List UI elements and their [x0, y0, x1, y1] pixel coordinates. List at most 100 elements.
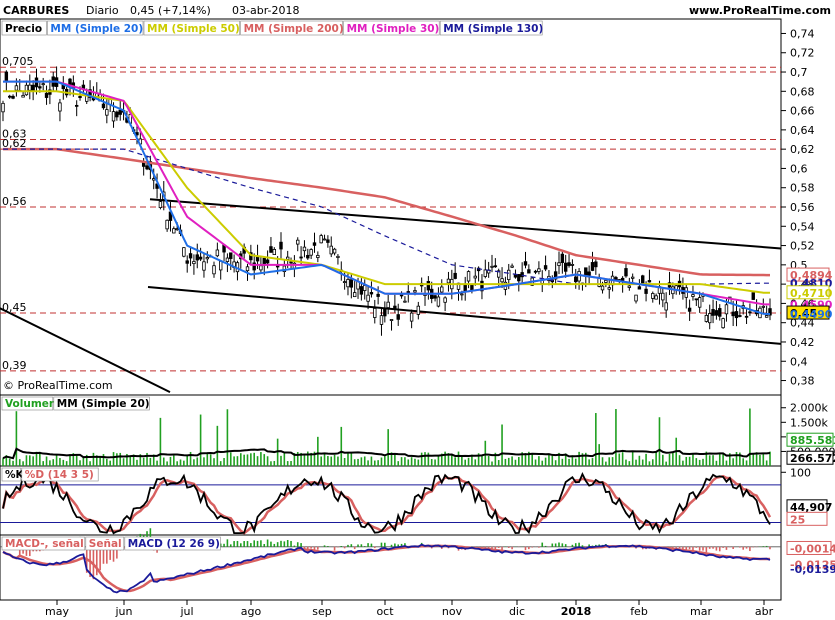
candle-body — [574, 276, 578, 283]
legend-label: MM (Simple 130) — [443, 23, 543, 35]
candle-body — [28, 84, 32, 91]
candle-body — [714, 310, 719, 316]
candle-body — [175, 228, 179, 231]
candle-body — [483, 269, 488, 277]
candle-body — [607, 287, 611, 290]
candle-body — [654, 295, 658, 300]
candle-body — [734, 311, 739, 319]
candle-body — [11, 95, 15, 99]
candle-body — [386, 301, 390, 309]
candle-body — [322, 238, 327, 241]
legend-label: MM (Simple 30) — [347, 23, 440, 35]
value-label: 266.572 — [790, 452, 835, 465]
candle-body — [641, 275, 645, 285]
candle-body — [731, 311, 735, 317]
candle-body — [718, 308, 722, 317]
candle-body — [329, 245, 333, 255]
candle-body — [517, 274, 521, 282]
candle-body — [58, 102, 62, 112]
header-price-change: 0,45 (+7,14%) — [130, 4, 211, 17]
candle-body — [272, 249, 276, 255]
candle-body — [523, 261, 528, 266]
candle-body — [41, 83, 45, 86]
candle-body — [4, 71, 9, 82]
candle-body — [383, 308, 387, 317]
y-tick-label: 0,42 — [790, 336, 815, 349]
candle-body — [306, 254, 310, 259]
header-symbol: CARBURES — [3, 4, 69, 17]
legend-label: %D (14 3 5) — [25, 469, 94, 481]
candle-body — [413, 290, 417, 293]
y-tick-label: 0,54 — [790, 220, 815, 233]
candle-body — [312, 242, 317, 246]
candle-body — [406, 291, 410, 294]
candle-body — [74, 104, 79, 107]
candle-body — [527, 269, 531, 274]
x-tick-label: jul — [179, 605, 193, 618]
x-tick-label: 2018 — [561, 605, 592, 618]
candle-body — [376, 293, 380, 297]
watermark: © ProRealTime.com — [3, 379, 113, 392]
candle-body — [359, 286, 364, 295]
candle-body — [259, 265, 263, 271]
candle-body — [664, 302, 668, 311]
value-label: 0,4490 — [790, 308, 833, 321]
candle-body — [443, 297, 447, 303]
candle-body — [520, 272, 524, 278]
candle-body — [764, 315, 769, 318]
y-tick-label: 0,62 — [790, 143, 815, 156]
candle-body — [172, 228, 176, 234]
candle-body — [600, 285, 605, 291]
candle-body — [460, 293, 464, 296]
candle-body — [316, 255, 320, 258]
candle-body — [68, 78, 72, 86]
candle-body — [409, 312, 414, 322]
candle-body — [363, 285, 367, 291]
candle-body — [403, 300, 407, 303]
candle-body — [711, 309, 715, 316]
candle-body — [31, 84, 35, 91]
candle-body — [704, 314, 709, 322]
candle-body — [219, 260, 223, 271]
candle-body — [78, 96, 82, 99]
y-tick-label: 0,56 — [790, 201, 815, 214]
candle-body — [597, 278, 601, 287]
candle-body — [587, 271, 591, 276]
candle-body — [748, 311, 752, 314]
candle-body — [202, 261, 206, 271]
candle-body — [373, 308, 377, 318]
candle-body — [630, 276, 635, 279]
x-tick-label: abr — [755, 605, 774, 618]
candle-body — [433, 295, 437, 299]
candle-body — [319, 235, 323, 244]
candle-body — [302, 246, 307, 252]
legend-label: MM (Simple 200) — [244, 23, 344, 35]
candle-body — [708, 313, 712, 324]
candle-body — [577, 271, 581, 282]
candle-body — [379, 315, 384, 325]
candle-body — [721, 318, 725, 329]
candle-body — [604, 279, 608, 283]
value-label: -0,0139 — [790, 563, 835, 576]
candle-body — [101, 103, 106, 109]
candle-body — [336, 255, 340, 258]
legend-label: Volumen — [5, 398, 56, 410]
candle-body — [152, 178, 156, 181]
y-tick-label: 2.000k — [790, 402, 828, 415]
candle-body — [165, 219, 169, 230]
candle-body — [507, 269, 511, 281]
candle-body — [724, 304, 729, 315]
value-label: 885.581 — [790, 434, 835, 447]
candle-body — [647, 280, 652, 283]
candle-body — [533, 270, 538, 273]
resistance-label: 0,705 — [2, 55, 34, 68]
candle-body — [416, 305, 421, 315]
candle-body — [473, 275, 477, 279]
candle-body — [225, 257, 230, 262]
candle-body — [182, 247, 186, 257]
candle-body — [661, 292, 665, 301]
candle-body — [366, 294, 370, 302]
candle-body — [493, 265, 498, 268]
candle-body — [490, 265, 494, 268]
candle-body — [369, 292, 374, 295]
